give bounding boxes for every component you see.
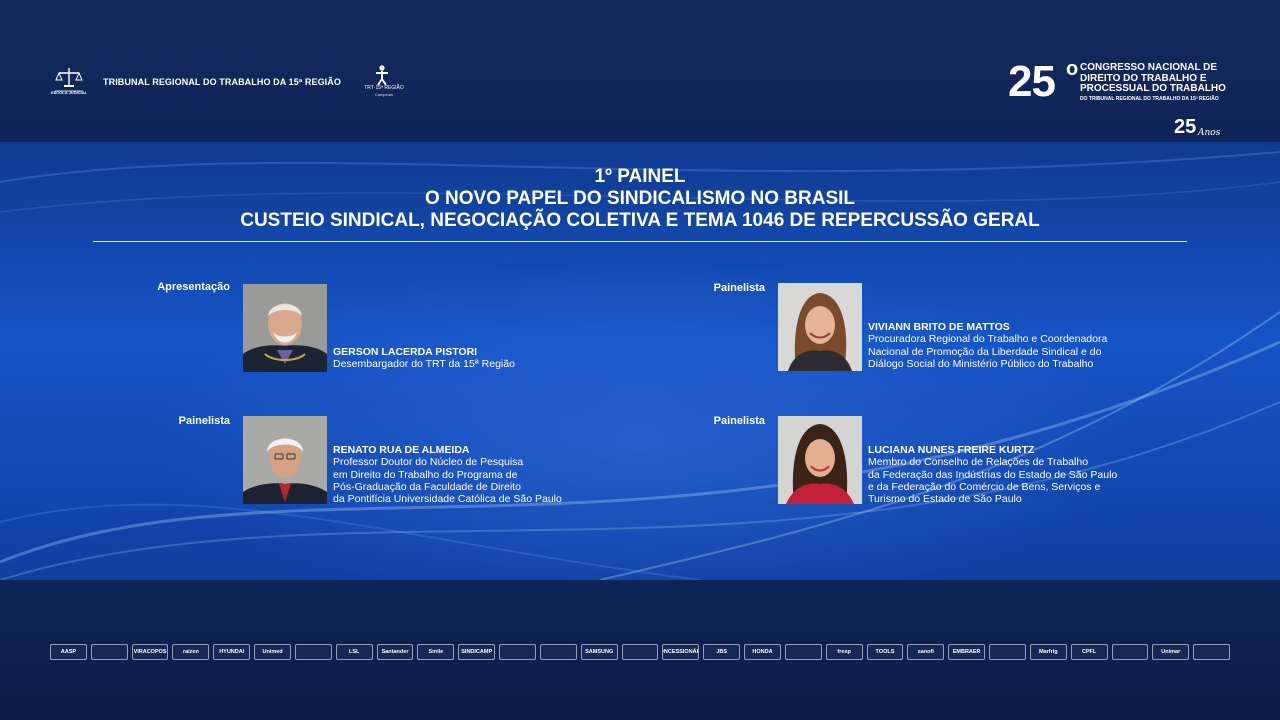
congress-line-1: CONGRESSO NACIONAL DE xyxy=(1080,62,1218,73)
speaker-bio: RENATO RUA DE ALMEIDA Professor Doutor d… xyxy=(333,444,562,505)
speaker-bio: LUCIANA NUNES FREIRE KURTZ Membro do Con… xyxy=(868,444,1117,505)
sponsor-logo xyxy=(294,644,332,660)
sponsor-logo xyxy=(621,644,659,660)
sponsor-logo: Unimed xyxy=(254,644,291,660)
congress-title: CONGRESSO NACIONAL DE DIREITO DO TRABALH… xyxy=(1080,62,1226,95)
sponsor-logo: VIRACOPOS xyxy=(131,644,169,660)
congress-logo: 25 o CONGRESSO NACIONAL DE DIREITO DO TR… xyxy=(1008,58,1228,106)
panel-title: 1º PAINEL O NOVO PAPEL DO SINDICALISMO N… xyxy=(0,166,1280,232)
speaker-name: RENATO RUA DE ALMEIDA xyxy=(333,444,470,456)
sponsor-logo: SAMSUNG xyxy=(580,644,618,660)
panel-subtheme: CUSTEIO SINDICAL, NEGOCIAÇÃO COLETIVA E … xyxy=(240,210,1040,231)
sponsor-logo: sanofi xyxy=(907,644,945,660)
panel-theme: O NOVO PAPEL DO SINDICALISMO NO BRASIL xyxy=(425,188,855,209)
speaker-desc-line: em Direito do Trabalho do Programa de xyxy=(333,468,518,481)
sponsor-logo: SINDICAMP xyxy=(458,644,496,660)
sponsor-logo: raízen xyxy=(172,644,210,660)
anniversary-number: 25 xyxy=(1174,116,1197,138)
speaker-desc-line: da Pontifícia Universidade Católica de S… xyxy=(333,493,562,506)
sponsor-logo: TOOLS xyxy=(866,644,904,660)
speaker-photo-kurtz xyxy=(778,416,862,504)
anniversary-logo: 25 Anos xyxy=(1174,114,1226,144)
sponsor-logo xyxy=(1111,644,1149,660)
congress-subtitle: DO TRIBUNAL REGIONAL DO TRABALHO DA 15ª … xyxy=(1080,96,1219,102)
trt-figure-icon xyxy=(376,65,388,86)
sponsor-logo: CPFL xyxy=(1070,644,1108,660)
trt-logo-city: Campinas xyxy=(374,92,393,97)
speaker-name: GERSON LACERDA PISTORI xyxy=(333,346,478,358)
panel-number: 1º PAINEL xyxy=(594,166,686,187)
sponsor-strip: AASP VIRACOPOS raízen HYUNDAI Unimed LSL Santa… xyxy=(50,644,1231,660)
speaker-photo-almeida xyxy=(243,416,327,504)
speaker-bio: VIVIANN BRITO DE MATTOS Procuradora Regi… xyxy=(868,321,1107,370)
speaker-name: LUCIANA NUNES FREIRE KURTZ xyxy=(868,444,1035,456)
sponsor-logo: fresp xyxy=(825,644,863,660)
speaker-photo-mattos xyxy=(778,283,862,371)
sponsor-logo: HONDA xyxy=(744,644,781,660)
sponsor-logo xyxy=(90,644,128,660)
speaker-photo-pistori xyxy=(243,284,327,372)
sponsor-logo xyxy=(784,644,822,660)
sponsor-logo: HYUNDAI xyxy=(213,644,251,660)
speaker-desc-line: e da Federação do Comércio de Bens, Serv… xyxy=(868,480,1101,493)
sponsor-logo: CONCESSIONÁRIA xyxy=(662,644,700,660)
sponsor-logo: Marfrig xyxy=(1029,644,1067,660)
speaker-desc-line: Diálogo Social do Ministério Público do … xyxy=(868,357,1094,370)
school-logo: ESCOLA JUDICIAL xyxy=(51,64,87,98)
speaker-desc-line: Turismo do Estado de São Paulo xyxy=(868,493,1022,506)
sponsor-logo xyxy=(539,644,577,660)
sponsor-logo: AASP xyxy=(50,644,87,660)
sponsor-logo: EMBRAER xyxy=(948,644,986,660)
speaker-desc-line: Nacional de Promoção da Liberdade Sindic… xyxy=(868,345,1102,358)
sponsor-logo xyxy=(1193,644,1231,660)
sponsor-logo: LSL xyxy=(335,644,373,660)
court-name: TRIBUNAL REGIONAL DO TRABALHO DA 15ª REG… xyxy=(103,77,341,87)
trt-logo: TRT·15ª REGIÃO Campinas xyxy=(362,64,406,100)
speaker-bio: GERSON LACERDA PISTORI Desembargador do … xyxy=(333,346,515,371)
sponsor-logo: Santander xyxy=(376,644,414,660)
school-logo-label: ESCOLA JUDICIAL xyxy=(50,90,88,95)
anniversary-word: Anos xyxy=(1198,128,1221,138)
speaker-desc-line: Procuradora Regional do Trabalho e Coord… xyxy=(868,333,1108,346)
speaker-desc-line: Professor Doutor do Núcleo de Pesquisa xyxy=(333,456,524,469)
speaker-desc-line: da Federação das Indústrias do Estado de… xyxy=(868,468,1118,481)
title-divider xyxy=(93,241,1187,242)
sponsor-logo: JBS xyxy=(703,644,741,660)
speaker-name: VIVIANN BRITO DE MATTOS xyxy=(868,321,1010,333)
speaker-role: Painelista xyxy=(178,415,230,427)
speaker-role: Painelista xyxy=(713,415,765,427)
sponsor-logo: Smile xyxy=(417,644,455,660)
congress-degree: o xyxy=(1066,58,1079,80)
congress-line-3: PROCESSUAL DO TRABALHO xyxy=(1080,83,1226,94)
speaker-desc-line: Desembargador do TRT da 15ª Região xyxy=(333,358,515,371)
sponsor-logo xyxy=(499,644,536,660)
congress-number: 25 xyxy=(1008,57,1056,106)
speaker-desc-line: Pós-Graduação da Faculdade de Direito xyxy=(333,480,521,493)
trt-logo-text: TRT·15ª REGIÃO xyxy=(364,85,404,91)
sponsor-logo xyxy=(989,644,1026,660)
speaker-desc-line: Membro do Conselho de Relações de Trabal… xyxy=(868,456,1089,469)
speaker-role: Apresentação xyxy=(157,281,230,293)
speaker-role: Painelista xyxy=(713,282,765,294)
sponsor-logo: Unimar xyxy=(1152,644,1190,660)
